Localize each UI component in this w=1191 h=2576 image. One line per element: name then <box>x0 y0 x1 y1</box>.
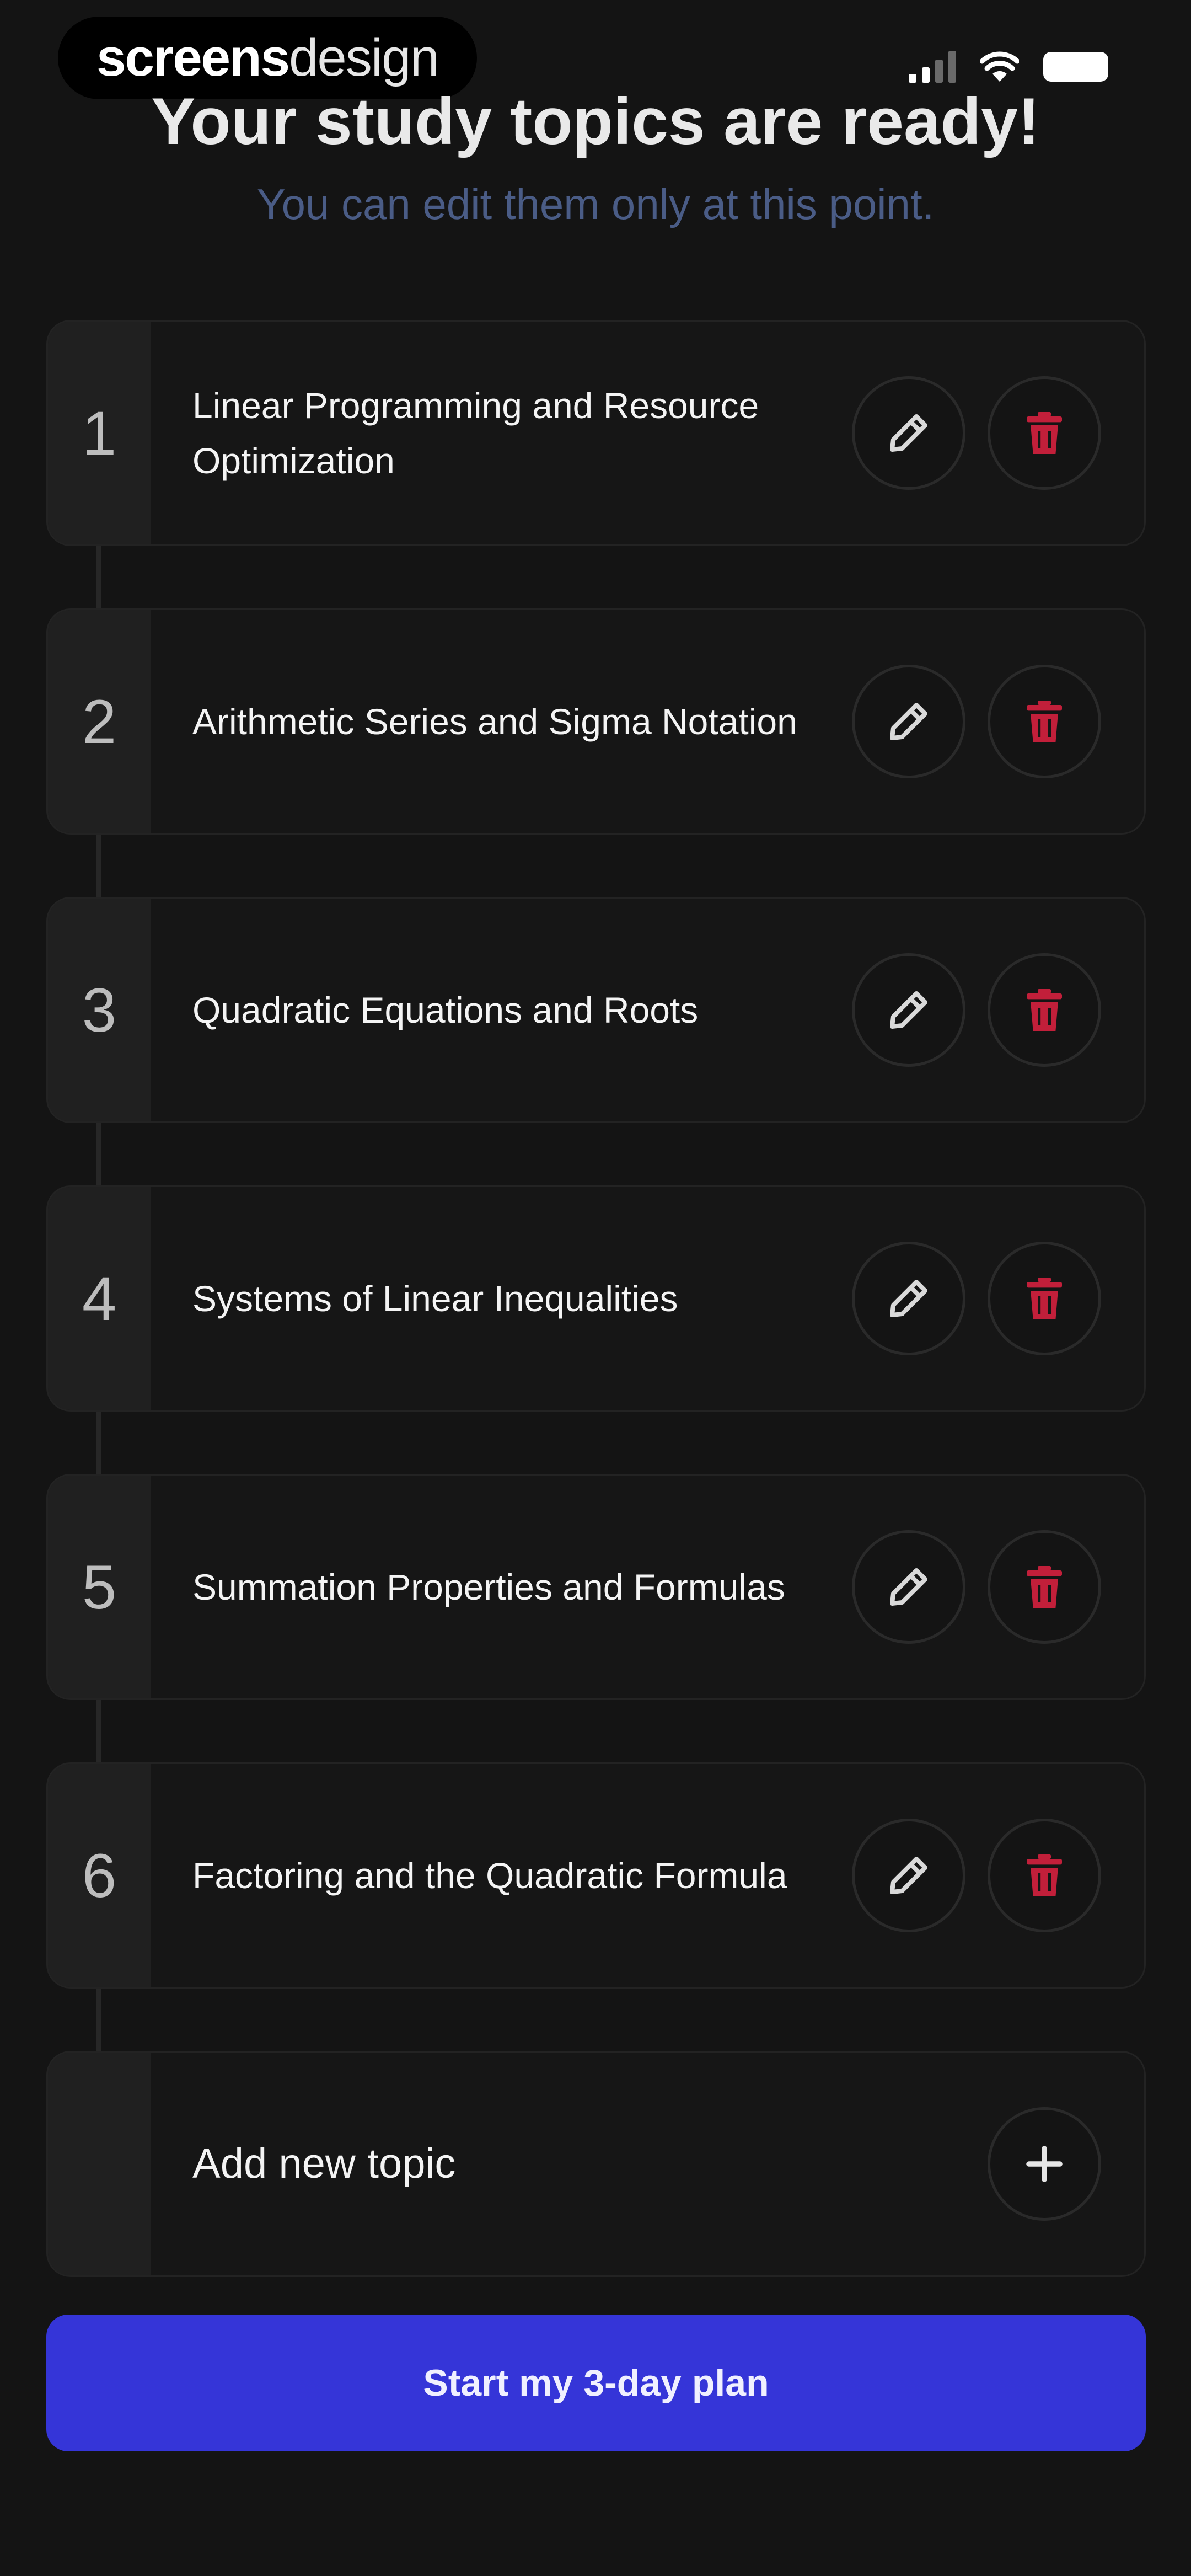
delete-topic-button[interactable] <box>988 1819 1101 1932</box>
trash-icon <box>1027 989 1062 1031</box>
plus-icon <box>1026 2146 1063 2182</box>
topic-number: 6 <box>48 1764 151 1987</box>
add-topic-actions <box>988 2107 1144 2221</box>
add-topic-button[interactable] <box>988 2107 1101 2221</box>
topic-number: 5 <box>48 1476 151 1698</box>
trash-icon <box>1027 1854 1062 1896</box>
edit-topic-button[interactable] <box>852 1819 965 1932</box>
pencil-icon <box>890 1280 927 1317</box>
topic-number: 3 <box>48 899 151 1121</box>
trash-icon <box>1027 1278 1062 1319</box>
add-topic-card[interactable]: Add new topic <box>46 2051 1146 2277</box>
pencil-icon <box>890 991 927 1029</box>
topic-actions <box>852 665 1144 778</box>
topic-title: Summation Properties and Formulas <box>192 1567 785 1607</box>
topic-actions <box>852 1819 1144 1932</box>
pencil-icon <box>890 1857 927 1894</box>
screen: screensdesign Your study topics are read… <box>0 0 1191 2576</box>
topic-list: 1 Linear Programming and Resource Optimi… <box>46 320 1146 2339</box>
pencil-icon <box>890 1568 927 1606</box>
topic-card: 3 Quadratic Equations and Roots <box>46 897 1146 1123</box>
delete-topic-button[interactable] <box>988 665 1101 778</box>
edit-topic-button[interactable] <box>852 376 965 490</box>
topic-card: 2 Arithmetic Series and Sigma Notation <box>46 608 1146 835</box>
edit-topic-button[interactable] <box>852 953 965 1067</box>
add-topic-label: Add new topic <box>192 2140 456 2187</box>
topic-actions <box>852 1530 1144 1644</box>
signal-icon <box>909 51 956 83</box>
trash-icon <box>1027 412 1062 454</box>
topic-title: Arithmetic Series and Sigma Notation <box>192 701 797 742</box>
delete-topic-button[interactable] <box>988 376 1101 490</box>
trash-icon <box>1027 701 1062 742</box>
topic-number: 2 <box>48 610 151 833</box>
topic-title: Quadratic Equations and Roots <box>192 990 699 1030</box>
trash-icon <box>1027 1566 1062 1608</box>
topic-actions <box>852 1242 1144 1355</box>
wifi-icon <box>980 51 1019 82</box>
topic-card: 1 Linear Programming and Resource Optimi… <box>46 320 1146 546</box>
delete-topic-button[interactable] <box>988 1242 1101 1355</box>
status-icons <box>909 51 1108 83</box>
topic-actions <box>852 953 1144 1067</box>
topic-number: 1 <box>48 322 151 544</box>
pencil-icon <box>890 414 927 452</box>
topic-card: 5 Summation Properties and Formulas <box>46 1474 1146 1700</box>
add-topic-number-slot <box>48 2053 151 2275</box>
topic-number: 4 <box>48 1187 151 1410</box>
delete-topic-button[interactable] <box>988 1530 1101 1644</box>
topic-title: Systems of Linear Inequalities <box>192 1278 678 1319</box>
delete-topic-button[interactable] <box>988 953 1101 1067</box>
topic-title: Factoring and the Quadratic Formula <box>192 1855 787 1896</box>
topic-actions <box>852 376 1144 490</box>
topic-title: Linear Programming and Resource Optimiza… <box>192 385 759 481</box>
battery-icon <box>1043 52 1108 82</box>
edit-topic-button[interactable] <box>852 1530 965 1644</box>
pencil-icon <box>890 703 927 740</box>
topic-card: 4 Systems of Linear Inequalities <box>46 1185 1146 1412</box>
topic-card: 6 Factoring and the Quadratic Formula <box>46 1762 1146 1989</box>
page-subtitle: You can edit them only at this point. <box>256 180 935 228</box>
edit-topic-button[interactable] <box>852 665 965 778</box>
start-plan-button[interactable]: Start my 3-day plan <box>46 2315 1146 2451</box>
brand-logo: screensdesign <box>96 28 439 87</box>
edit-topic-button[interactable] <box>852 1242 965 1355</box>
page-title: Your study topics are ready! <box>151 84 1040 158</box>
